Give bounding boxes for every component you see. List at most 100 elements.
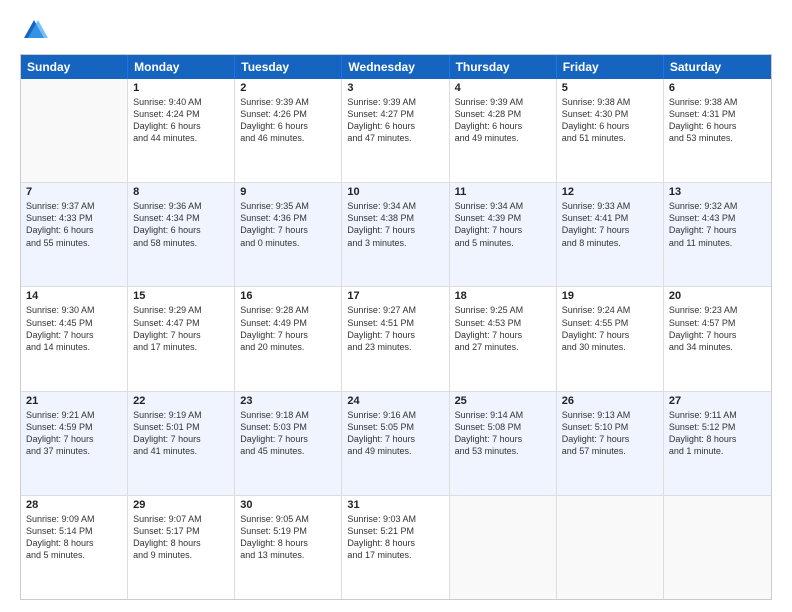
cell-info-line: and 23 minutes.: [347, 341, 443, 353]
cell-info-line: Sunset: 4:33 PM: [26, 212, 122, 224]
header-day-tuesday: Tuesday: [235, 55, 342, 79]
day-number: 27: [669, 395, 766, 407]
cell-info-line: Sunrise: 9:16 AM: [347, 409, 443, 421]
day-number: 5: [562, 82, 658, 94]
calendar-day-16: 16Sunrise: 9:28 AMSunset: 4:49 PMDayligh…: [235, 287, 342, 390]
cell-info-line: Daylight: 6 hours: [133, 120, 229, 132]
cell-info-line: Sunrise: 9:32 AM: [669, 200, 766, 212]
cell-info-line: Sunrise: 9:07 AM: [133, 513, 229, 525]
cell-info-line: Sunrise: 9:35 AM: [240, 200, 336, 212]
calendar-empty-cell: [450, 496, 557, 599]
cell-info-line: and 27 minutes.: [455, 341, 551, 353]
cell-info-line: Daylight: 6 hours: [347, 120, 443, 132]
calendar-day-14: 14Sunrise: 9:30 AMSunset: 4:45 PMDayligh…: [21, 287, 128, 390]
day-number: 1: [133, 82, 229, 94]
cell-info-line: Sunrise: 9:28 AM: [240, 304, 336, 316]
day-number: 20: [669, 290, 766, 302]
calendar-week-2: 7Sunrise: 9:37 AMSunset: 4:33 PMDaylight…: [21, 183, 771, 287]
cell-info-line: Sunset: 5:12 PM: [669, 421, 766, 433]
calendar-day-22: 22 Sunrise: 9:19 AMSunset: 5:01 PMDayligh…: [128, 392, 235, 495]
calendar-day-9: 9Sunrise: 9:35 AMSunset: 4:36 PMDaylight…: [235, 183, 342, 286]
calendar-week-4: 21Sunrise: 9:21 AMSunset: 4:59 PMDayligh…: [21, 392, 771, 496]
day-number: 25: [455, 395, 551, 407]
cell-info-line: Sunrise: 9:18 AM: [240, 409, 336, 421]
cell-info-line: Sunset: 4:34 PM: [133, 212, 229, 224]
header-day-friday: Friday: [557, 55, 664, 79]
cell-info-line: Sunset: 4:57 PM: [669, 317, 766, 329]
calendar-empty-cell: [21, 79, 128, 182]
day-number: 16: [240, 290, 336, 302]
header: [20, 16, 772, 44]
cell-info-line: Sunset: 5:08 PM: [455, 421, 551, 433]
cell-info-line: and 34 minutes.: [669, 341, 766, 353]
cell-info-line: Sunset: 4:41 PM: [562, 212, 658, 224]
cell-info-line: Daylight: 7 hours: [133, 433, 229, 445]
calendar-day-15: 15Sunrise: 9:29 AMSunset: 4:47 PMDayligh…: [128, 287, 235, 390]
calendar-day-21: 21Sunrise: 9:21 AMSunset: 4:59 PMDayligh…: [21, 392, 128, 495]
calendar-empty-cell: [557, 496, 664, 599]
calendar-day-18: 18Sunrise: 9:25 AMSunset: 4:53 PMDayligh…: [450, 287, 557, 390]
cell-info-line: and 53 minutes.: [669, 132, 766, 144]
cell-info-line: Sunrise: 9:09 AM: [26, 513, 122, 525]
cell-info-line: Daylight: 7 hours: [562, 433, 658, 445]
calendar: SundayMondayTuesdayWednesdayThursdayFrid…: [20, 54, 772, 600]
cell-info-line: Sunset: 5:21 PM: [347, 525, 443, 537]
calendar-week-3: 14Sunrise: 9:30 AMSunset: 4:45 PMDayligh…: [21, 287, 771, 391]
cell-info-line: Sunrise: 9:05 AM: [240, 513, 336, 525]
cell-info-line: and 3 minutes.: [347, 237, 443, 249]
cell-info-line: and 5 minutes.: [26, 549, 122, 561]
cell-info-line: Daylight: 6 hours: [133, 224, 229, 236]
calendar-day-29: 29Sunrise: 9:07 AMSunset: 5:17 PMDayligh…: [128, 496, 235, 599]
cell-info-line: Daylight: 7 hours: [455, 433, 551, 445]
cell-info-line: Sunset: 5:14 PM: [26, 525, 122, 537]
cell-info-line: and 17 minutes.: [347, 549, 443, 561]
day-number: 22: [133, 395, 229, 407]
cell-info-line: Sunrise: 9:39 AM: [347, 96, 443, 108]
calendar-day-12: 12Sunrise: 9:33 AMSunset: 4:41 PMDayligh…: [557, 183, 664, 286]
cell-info-line: and 37 minutes.: [26, 445, 122, 457]
cell-info-line: and 47 minutes.: [347, 132, 443, 144]
calendar-day-25: 25Sunrise: 9:14 AMSunset: 5:08 PMDayligh…: [450, 392, 557, 495]
cell-info-line: Daylight: 6 hours: [26, 224, 122, 236]
calendar-day-1: 1Sunrise: 9:40 AMSunset: 4:24 PMDaylight…: [128, 79, 235, 182]
day-number: 31: [347, 499, 443, 511]
calendar-day-5: 5Sunrise: 9:38 AMSunset: 4:30 PMDaylight…: [557, 79, 664, 182]
calendar-day-19: 19Sunrise: 9:24 AMSunset: 4:55 PMDayligh…: [557, 287, 664, 390]
calendar-body: 1Sunrise: 9:40 AMSunset: 4:24 PMDaylight…: [21, 79, 771, 599]
cell-info-line: Sunrise: 9:39 AM: [455, 96, 551, 108]
cell-info-line: and 49 minutes.: [455, 132, 551, 144]
cell-info-line: Sunset: 4:26 PM: [240, 108, 336, 120]
calendar-day-7: 7Sunrise: 9:37 AMSunset: 4:33 PMDaylight…: [21, 183, 128, 286]
cell-info-line: Daylight: 6 hours: [669, 120, 766, 132]
calendar-day-17: 17Sunrise: 9:27 AMSunset: 4:51 PMDayligh…: [342, 287, 449, 390]
cell-info-line: Daylight: 7 hours: [669, 329, 766, 341]
cell-info-line: Sunrise: 9:30 AM: [26, 304, 122, 316]
calendar-day-3: 3Sunrise: 9:39 AMSunset: 4:27 PMDaylight…: [342, 79, 449, 182]
day-number: 10: [347, 186, 443, 198]
calendar-day-26: 26Sunrise: 9:13 AMSunset: 5:10 PMDayligh…: [557, 392, 664, 495]
cell-info-line: Daylight: 7 hours: [26, 329, 122, 341]
logo: [20, 16, 52, 44]
cell-info-line: and 51 minutes.: [562, 132, 658, 144]
cell-info-line: Daylight: 8 hours: [347, 537, 443, 549]
cell-info-line: Sunset: 5:01 PM: [133, 421, 229, 433]
day-number: 24: [347, 395, 443, 407]
calendar-day-10: 10Sunrise: 9:34 AMSunset: 4:38 PMDayligh…: [342, 183, 449, 286]
cell-info-line: Daylight: 7 hours: [455, 224, 551, 236]
calendar-day-11: 11Sunrise: 9:34 AMSunset: 4:39 PMDayligh…: [450, 183, 557, 286]
cell-info-line: and 55 minutes.: [26, 237, 122, 249]
header-day-thursday: Thursday: [450, 55, 557, 79]
cell-info-line: Daylight: 7 hours: [562, 224, 658, 236]
cell-info-line: Sunset: 5:03 PM: [240, 421, 336, 433]
calendar-header: SundayMondayTuesdayWednesdayThursdayFrid…: [21, 55, 771, 79]
cell-info-line: Sunrise: 9:19 AM: [133, 409, 229, 421]
cell-info-line: Sunset: 4:43 PM: [669, 212, 766, 224]
day-number: 3: [347, 82, 443, 94]
cell-info-line: and 0 minutes.: [240, 237, 336, 249]
cell-info-line: Sunset: 5:19 PM: [240, 525, 336, 537]
cell-info-line: and 58 minutes.: [133, 237, 229, 249]
cell-info-line: Sunrise: 9:34 AM: [347, 200, 443, 212]
cell-info-line: and 49 minutes.: [347, 445, 443, 457]
day-number: 29: [133, 499, 229, 511]
calendar-week-1: 1Sunrise: 9:40 AMSunset: 4:24 PMDaylight…: [21, 79, 771, 183]
